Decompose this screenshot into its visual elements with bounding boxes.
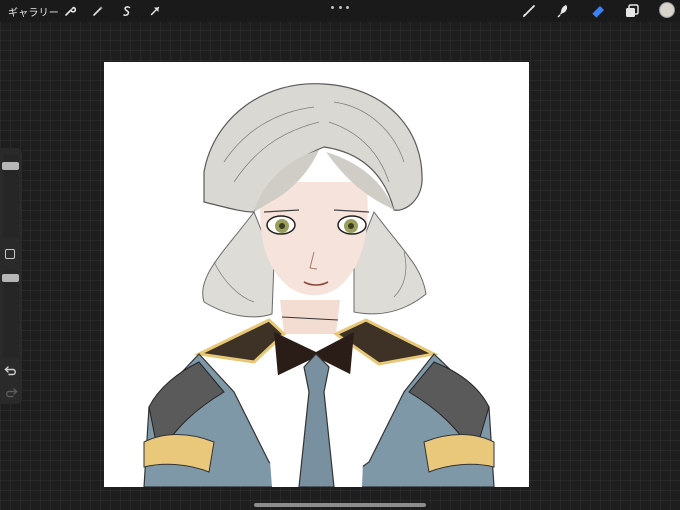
brush-opacity-thumb[interactable] xyxy=(2,274,19,282)
transform-arrow-icon[interactable] xyxy=(147,3,163,19)
drawing-canvas[interactable] xyxy=(104,62,529,487)
modify-button[interactable] xyxy=(5,249,15,259)
eraser-icon[interactable] xyxy=(588,2,608,20)
brush-opacity-slider[interactable] xyxy=(2,270,19,358)
more-dots-icon[interactable] xyxy=(331,2,349,12)
top-toolbar: ギャラリー xyxy=(0,0,680,22)
color-swatch[interactable] xyxy=(660,3,674,17)
undo-icon[interactable] xyxy=(4,364,18,376)
layers-icon[interactable] xyxy=(622,2,642,20)
wrench-icon[interactable] xyxy=(62,3,78,19)
sidebar xyxy=(0,148,22,404)
brush-size-slider[interactable] xyxy=(2,154,19,238)
brush-icon[interactable] xyxy=(519,2,539,20)
magic-wand-icon[interactable] xyxy=(90,3,106,19)
home-indicator xyxy=(254,503,426,507)
selection-icon[interactable] xyxy=(119,3,135,19)
redo-icon[interactable] xyxy=(4,386,18,398)
smudge-icon[interactable] xyxy=(553,2,573,20)
sketch-portrait xyxy=(143,83,495,487)
gallery-button[interactable]: ギャラリー xyxy=(8,4,59,19)
brush-size-thumb[interactable] xyxy=(2,162,19,170)
